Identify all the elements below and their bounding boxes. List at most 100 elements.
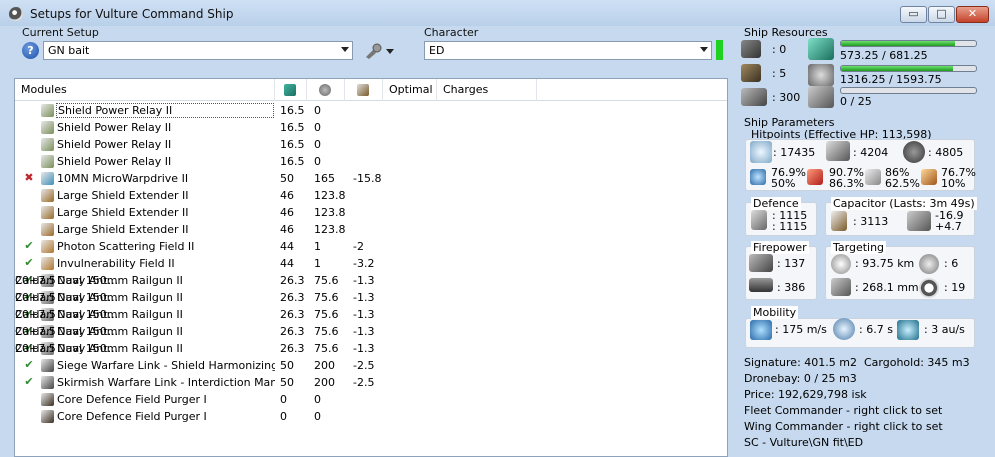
resist-thermal-value-2: 86.3% bbox=[829, 177, 864, 190]
module-cpu: 16.5 bbox=[280, 121, 305, 134]
calibration-bar bbox=[840, 87, 977, 94]
close-button[interactable]: ✕ bbox=[956, 6, 989, 23]
window-title: Setups for Vulture Command Ship bbox=[30, 7, 234, 21]
align-time-icon bbox=[833, 318, 855, 340]
module-icon bbox=[41, 257, 54, 270]
speed-value: : 175 m/s bbox=[775, 323, 827, 336]
setup-tools-button[interactable] bbox=[362, 41, 398, 60]
resist-kinetic-value-2: 62.5% bbox=[885, 177, 920, 190]
module-row[interactable]: ✔ Dual 150mm Railgun II 26.3 75.6 -1.3 20+7.5… bbox=[15, 289, 727, 306]
column-header-modules[interactable]: Modules bbox=[15, 79, 275, 101]
module-row[interactable]: ✔ Photon Scattering Field II 44 1 -2 bbox=[15, 238, 727, 255]
modules-header: Modules Optimal Charges bbox=[15, 79, 727, 101]
module-powergrid: 123.8 bbox=[314, 223, 346, 236]
character-select[interactable]: ED bbox=[424, 41, 712, 60]
explosive-resist-icon bbox=[921, 169, 937, 185]
chevron-down-icon bbox=[700, 47, 708, 52]
module-row[interactable]: Shield Power Relay II 16.5 0 bbox=[15, 119, 727, 136]
cpu-value: 573.25 / 681.25 bbox=[840, 49, 928, 62]
column-header-powergrid[interactable] bbox=[307, 79, 345, 101]
module-active-icon[interactable]: ✔ bbox=[23, 375, 35, 388]
module-row[interactable]: Shield Power Relay II 16.5 0 bbox=[15, 136, 727, 153]
module-charges: Caldari Navy Ant... bbox=[15, 308, 119, 321]
module-row[interactable]: Core Defence Field Purger I 0 0 bbox=[15, 408, 727, 425]
armor-hp-value: : 4204 bbox=[853, 146, 889, 159]
module-capacitor: -1.3 bbox=[353, 274, 375, 287]
module-cpu: 26.3 bbox=[280, 291, 305, 304]
module-cpu: 26.3 bbox=[280, 325, 305, 338]
module-powergrid: 75.6 bbox=[314, 291, 339, 304]
cpu-bar bbox=[840, 40, 977, 47]
maximize-button[interactable]: □ bbox=[928, 6, 955, 23]
module-powergrid: 1 bbox=[314, 240, 321, 253]
capacitor-delta-2: +4.7 bbox=[935, 220, 962, 233]
module-row[interactable]: Shield Power Relay II 16.5 0 bbox=[15, 102, 727, 119]
module-powergrid: 200 bbox=[314, 376, 335, 389]
align-time-value: : 6.7 s bbox=[859, 323, 893, 336]
module-row[interactable]: Large Shield Extender II 46 123.8 bbox=[15, 221, 727, 238]
module-row[interactable]: Core Defence Field Purger I 0 0 bbox=[15, 391, 727, 408]
shield-hp-value: : 17435 bbox=[773, 146, 816, 159]
column-header-charges[interactable]: Charges bbox=[437, 79, 537, 101]
current-setup-label: Current Setup bbox=[22, 26, 99, 39]
module-row[interactable]: ✔ Dual 150mm Railgun II 26.3 75.6 -1.3 20+7.5… bbox=[15, 323, 727, 340]
wing-commander-field[interactable]: Wing Commander - right click to set bbox=[744, 420, 943, 433]
module-active-icon[interactable]: ✔ bbox=[23, 256, 35, 269]
module-name: Shield Power Relay II bbox=[57, 121, 172, 134]
capacitor-amount-value: : 3113 bbox=[853, 215, 889, 228]
kinetic-resist-icon bbox=[865, 169, 881, 185]
module-cpu: 16.5 bbox=[280, 138, 305, 151]
module-powergrid: 1 bbox=[314, 257, 321, 270]
module-active-icon[interactable]: ✔ bbox=[23, 239, 35, 252]
cpu-icon bbox=[808, 38, 834, 60]
module-name: 10MN MicroWarpdrive II bbox=[57, 172, 189, 185]
module-row[interactable]: Large Shield Extender II 46 123.8 bbox=[15, 187, 727, 204]
module-powergrid: 75.6 bbox=[314, 308, 339, 321]
title-bar: Setups for Vulture Command Ship ▭ □ ✕ bbox=[0, 0, 995, 26]
module-capacitor: -1.3 bbox=[353, 291, 375, 304]
module-cpu: 44 bbox=[280, 257, 294, 270]
setup-select[interactable]: GN bait bbox=[43, 41, 353, 60]
module-charges: Caldari Navy Ant... bbox=[15, 325, 119, 338]
module-icon bbox=[41, 376, 54, 389]
column-header-optimal[interactable]: Optimal bbox=[383, 79, 437, 101]
fleet-commander-field[interactable]: Fleet Commander - right click to set bbox=[744, 404, 942, 417]
calibration-icon bbox=[808, 86, 834, 108]
module-row[interactable]: ✔ Siege Warfare Link - Shield Harmonizing… bbox=[15, 357, 727, 374]
module-name: Invulnerability Field II bbox=[57, 257, 175, 270]
module-powergrid: 0 bbox=[314, 393, 321, 406]
module-row[interactable]: Shield Power Relay II 16.5 0 bbox=[15, 153, 727, 170]
module-powergrid: 165 bbox=[314, 172, 335, 185]
module-row[interactable]: ✔ Invulnerability Field II 44 1 -3.2 bbox=[15, 255, 727, 272]
module-row[interactable]: ✔ Dual 150mm Railgun II 26.3 75.6 -1.3 20+7.5… bbox=[15, 272, 727, 289]
speed-icon bbox=[750, 320, 772, 340]
help-icon[interactable]: ? bbox=[22, 42, 39, 59]
tools-icon bbox=[366, 43, 382, 59]
firepower-title: Firepower bbox=[751, 241, 809, 254]
minimize-button[interactable]: ▭ bbox=[900, 6, 927, 23]
column-header-cpu[interactable] bbox=[275, 79, 307, 101]
powergrid-bar bbox=[840, 65, 977, 72]
squad-commander-field[interactable]: SC - Vulture\GN fit\ED bbox=[744, 436, 863, 449]
module-row[interactable]: ✔ Dual 150mm Railgun II 26.3 75.6 -1.3 20+7.5… bbox=[15, 306, 727, 323]
module-offline-icon[interactable]: ✖ bbox=[23, 171, 35, 184]
shield-boost-icon bbox=[751, 210, 767, 230]
module-powergrid: 0 bbox=[314, 121, 321, 134]
module-row[interactable]: ✔ Dual 150mm Railgun II 26.3 75.6 -1.3 20+7.5… bbox=[15, 340, 727, 357]
app-icon bbox=[9, 7, 23, 21]
setup-select-value: GN bait bbox=[48, 44, 90, 57]
module-powergrid: 200 bbox=[314, 359, 335, 372]
defence-value-2: : 1115 bbox=[772, 220, 808, 233]
armor-icon bbox=[826, 141, 850, 161]
column-header-capacitor[interactable] bbox=[345, 79, 383, 101]
signature-value: Signature: 401.5 m2 bbox=[744, 356, 857, 369]
target-range-value: : 93.75 km bbox=[855, 257, 915, 270]
modules-list[interactable]: Modules Optimal Charges Shield Power Rel… bbox=[14, 78, 728, 457]
module-active-icon[interactable]: ✔ bbox=[23, 358, 35, 371]
module-row[interactable]: Large Shield Extender II 46 123.8 bbox=[15, 204, 727, 221]
target-range-icon bbox=[831, 254, 851, 274]
module-row[interactable]: ✖ 10MN MicroWarpdrive II 50 165 -15.8 bbox=[15, 170, 727, 187]
em-resist-icon bbox=[750, 169, 766, 185]
module-icon bbox=[41, 189, 54, 202]
module-row[interactable]: ✔ Skirmish Warfare Link - Interdiction Ma… bbox=[15, 374, 727, 391]
